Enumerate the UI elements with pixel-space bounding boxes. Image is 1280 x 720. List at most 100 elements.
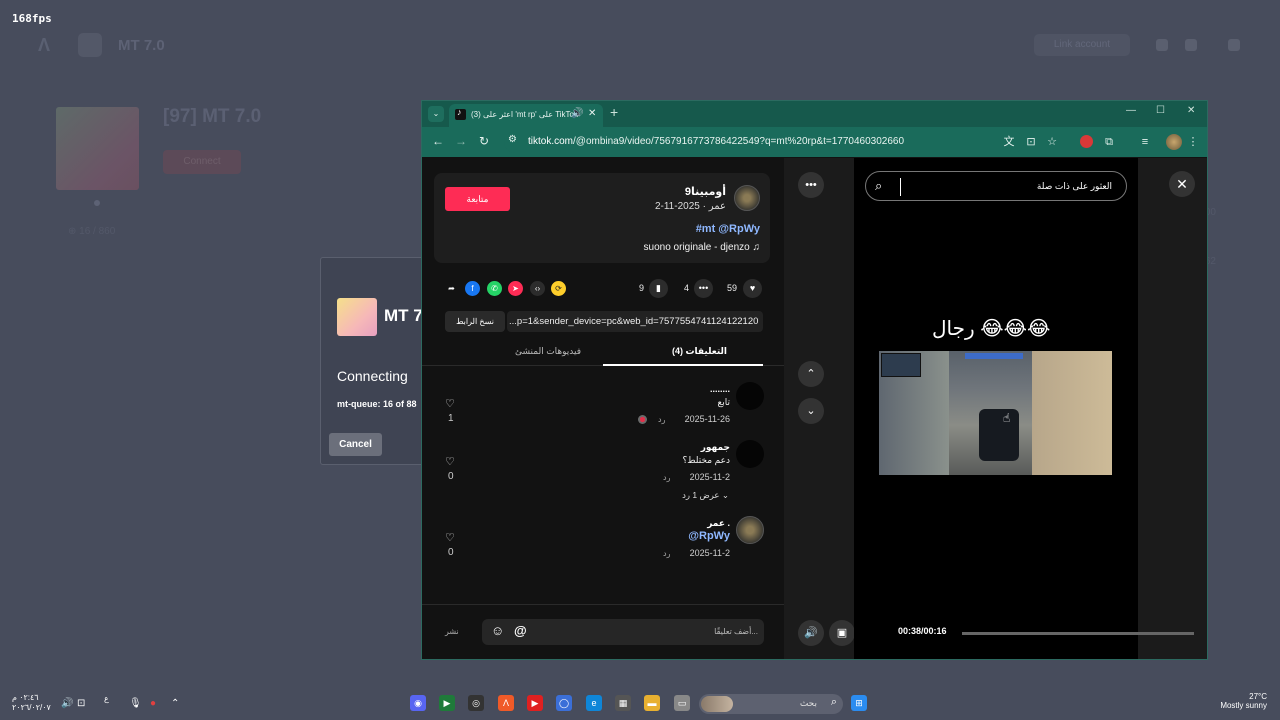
comment-avatar[interactable] xyxy=(736,440,764,468)
author-name[interactable]: أومبينا9 xyxy=(685,185,726,198)
discord-icon[interactable]: ◉ xyxy=(410,695,426,711)
browser-window: ⌄ (3) اعثر على 'mt rp' على TikTok 🔊 ✕ + … xyxy=(421,100,1208,660)
view-replies-link[interactable]: عرض 1 رد ⌄ xyxy=(682,490,729,501)
language-indicator[interactable]: ع xyxy=(104,694,109,703)
obs-icon[interactable]: ◎ xyxy=(468,695,484,711)
playback-time: 00:38/00:16 xyxy=(898,626,947,636)
comment-mention[interactable]: @RpWy xyxy=(688,530,730,542)
repost-icon[interactable]: ⟳ xyxy=(551,281,566,296)
volume-icon[interactable]: 🔊 xyxy=(798,620,824,646)
comment-author[interactable]: عمر . xyxy=(707,518,730,529)
media-control-icon[interactable]: ≡ xyxy=(1138,135,1152,149)
reload-icon[interactable]: ↻ xyxy=(479,134,489,148)
video-player[interactable]: ⌕ العثور على ذات صلة رجال 😂😂😂 ☝ 00:38/00… xyxy=(854,158,1138,659)
launcher-gear-icon[interactable] xyxy=(1185,39,1197,51)
fps-counter: 168fps xyxy=(12,12,52,25)
save-count: 9 xyxy=(639,283,645,293)
translate-icon[interactable]: 文 xyxy=(1002,135,1016,149)
close-icon[interactable]: ✕ xyxy=(1169,171,1195,197)
windows-start-icon[interactable]: ⊞ xyxy=(851,695,867,711)
post-hashtags[interactable]: #mt @RpWy xyxy=(696,223,760,235)
reply-link[interactable]: رد xyxy=(658,415,665,424)
forward-icon[interactable]: → xyxy=(455,134,467,148)
store-icon[interactable]: ▦ xyxy=(615,695,631,711)
bookmark-icon[interactable]: ▮ xyxy=(649,279,668,298)
comment-author[interactable]: ........ xyxy=(710,384,730,394)
chevron-up-icon[interactable]: ⌃ xyxy=(171,698,179,709)
extension-red-icon[interactable] xyxy=(1080,135,1093,148)
heart-icon[interactable]: ♡ xyxy=(445,397,455,410)
extensions-icon[interactable]: ⧉ xyxy=(1102,135,1116,149)
search-icon[interactable]: ⌕ xyxy=(875,178,882,194)
comment-input[interactable]: ☺ @ أضف تعليقًا... xyxy=(482,619,764,645)
sound-link[interactable]: suono originale - djenzo ♫ xyxy=(644,242,760,253)
launcher-close-icon[interactable] xyxy=(1228,39,1240,51)
bookmark-star-icon[interactable]: ☆ xyxy=(1045,135,1059,149)
link-account-button[interactable]: Link account xyxy=(1034,34,1130,56)
heart-icon[interactable]: ♥ xyxy=(743,279,762,298)
chevron-up-icon[interactable]: ⌃ xyxy=(798,361,824,387)
reply-link[interactable]: رد xyxy=(663,549,670,558)
close-window-button[interactable]: ✕ xyxy=(1187,105,1195,116)
launcher-menu-button[interactable] xyxy=(78,33,102,57)
profile-avatar[interactable] xyxy=(1166,134,1182,150)
comment-author[interactable]: جمهور xyxy=(701,442,730,453)
maximize-button[interactable]: ☐ xyxy=(1156,105,1165,116)
minimize-button[interactable]: — xyxy=(1126,105,1136,116)
url-text[interactable]: tiktok.com/@ombina9/video/75679167737864… xyxy=(528,136,904,147)
video-frame[interactable]: ☝ xyxy=(879,351,1112,475)
new-tab-button[interactable]: + xyxy=(610,104,618,120)
post-comment-button[interactable]: نشر xyxy=(445,627,459,636)
heart-icon[interactable]: ♡ xyxy=(445,455,455,468)
speaker-icon[interactable]: 🔊 xyxy=(571,108,583,119)
file-explorer-icon[interactable]: ▬ xyxy=(644,695,660,711)
tab-creator-videos[interactable]: فيديوهات المنشئ xyxy=(515,346,581,357)
tab-comments[interactable]: التعليقات (4) xyxy=(672,346,727,357)
microphone-icon[interactable]: 🎙 xyxy=(129,698,142,709)
pycharm-icon[interactable]: ▶ xyxy=(439,695,455,711)
clock[interactable]: ٠٢:٤٦ م ٢٠٢٦/٠٢/٠٧ xyxy=(12,693,51,713)
cancel-button[interactable]: Cancel xyxy=(329,433,382,456)
chrome-icon[interactable]: ◯ xyxy=(556,695,572,711)
copy-link-button[interactable]: نسخ الرابط xyxy=(445,311,505,332)
back-icon[interactable]: ← xyxy=(432,134,444,148)
share-url[interactable]: ...p=1&sender_device=pc&web_id=757755474… xyxy=(507,311,763,332)
embed-icon[interactable]: ‹› xyxy=(530,281,545,296)
volume-icon[interactable]: 🔊 xyxy=(61,698,73,709)
reply-link[interactable]: رد xyxy=(663,473,670,482)
tab-search-icon[interactable]: ⌄ xyxy=(428,106,444,122)
mini-player-icon[interactable]: ▣ xyxy=(829,620,855,646)
chevron-down-icon[interactable]: ⌄ xyxy=(798,398,824,424)
comment-avatar[interactable] xyxy=(736,382,764,410)
share-arrow-icon[interactable]: ➦ xyxy=(444,281,459,296)
comment-avatar[interactable] xyxy=(736,516,764,544)
facebook-icon[interactable]: f xyxy=(465,281,480,296)
weather-widget[interactable]: 27°C Mostly sunny xyxy=(1197,692,1267,710)
more-options-icon[interactable]: ••• xyxy=(798,172,824,198)
install-app-icon[interactable]: ⊡ xyxy=(1024,135,1038,149)
follow-button[interactable]: متابعة xyxy=(445,187,510,211)
network-icon[interactable]: ⊡ xyxy=(77,698,85,709)
seek-bar[interactable] xyxy=(962,632,1194,635)
menu-kebab-icon[interactable]: ⋮ xyxy=(1186,135,1200,149)
send-icon[interactable]: ➤ xyxy=(508,281,523,296)
edge-icon[interactable]: e xyxy=(586,695,602,711)
taskbar-search[interactable]: بحث ⌕ xyxy=(699,694,843,714)
site-info-icon[interactable]: ⚙ xyxy=(508,134,517,145)
tab-tiktok[interactable]: (3) اعثر على 'mt rp' على TikTok 🔊 ✕ xyxy=(449,104,603,127)
related-search-input[interactable]: ⌕ العثور على ذات صلة xyxy=(865,171,1127,201)
heart-icon[interactable]: ♡ xyxy=(445,531,455,544)
whatsapp-icon[interactable]: ✆ xyxy=(487,281,502,296)
launcher-bell-icon[interactable] xyxy=(1156,39,1168,51)
comment-icon[interactable]: ••• xyxy=(694,279,713,298)
close-icon[interactable]: ✕ xyxy=(588,108,596,119)
recording-icon[interactable]: ● xyxy=(150,698,156,709)
server-connect-button[interactable]: Connect xyxy=(163,150,241,174)
altv-icon[interactable]: Λ xyxy=(498,695,514,711)
task-view-icon[interactable]: ▭ xyxy=(674,695,690,711)
author-avatar[interactable] xyxy=(734,185,760,211)
mention-icon[interactable]: @ xyxy=(514,623,527,638)
emoji-icon[interactable]: ☺ xyxy=(491,623,504,638)
youtube-icon[interactable]: ▶ xyxy=(527,695,543,711)
address-bar[interactable]: ⚙ tiktok.com/@ombina9/video/756791677378… xyxy=(504,131,1024,153)
